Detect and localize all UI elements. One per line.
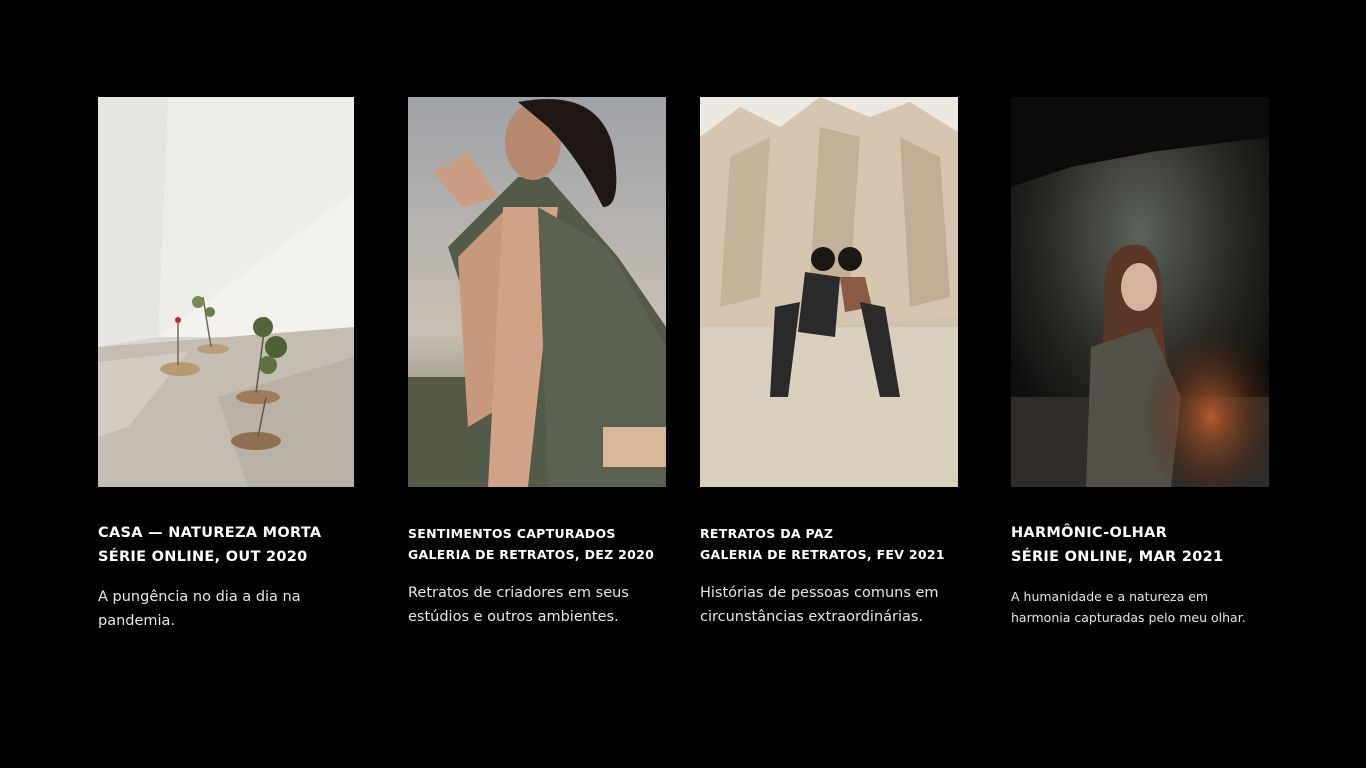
card-title-line-1: HARMÔNIC-OLHAR — [1011, 525, 1168, 541]
card-title-line-2: GALERIA DE RETRATOS, DEZ 2020 — [408, 547, 655, 562]
card-title: HARMÔNIC-OLHAR SÉRIE ONLINE, MAR 2021 — [1011, 521, 1269, 569]
card-description: Retratos de criadores em seus estúdios e… — [408, 585, 629, 625]
gallery-card-2[interactable]: SENTIMENTOS CAPTURADOS GALERIA DE RETRAT… — [408, 97, 666, 629]
card-description: A pungência no dia a dia na pandemia. — [98, 589, 301, 629]
card-title-line-1: CASA — NATUREZA MORTA — [98, 525, 322, 541]
desert-dancers-photo[interactable] — [700, 97, 958, 487]
portrait-man-jacket-photo[interactable] — [408, 97, 666, 487]
card-title-line-1: SENTIMENTOS CAPTURADOS — [408, 526, 616, 541]
card-title-line-2: SÉRIE ONLINE, MAR 2021 — [1011, 549, 1224, 565]
card-title: CASA — NATUREZA MORTA SÉRIE ONLINE, OUT … — [98, 521, 354, 569]
card-title-line-1: RETRATOS DA PAZ — [700, 526, 834, 541]
gallery-card-4[interactable]: HARMÔNIC-OLHAR SÉRIE ONLINE, MAR 2021 A … — [1011, 97, 1269, 628]
still-life-photo[interactable] — [98, 97, 354, 487]
gallery-card-3[interactable]: RETRATOS DA PAZ GALERIA DE RETRATOS, FEV… — [700, 97, 958, 629]
woman-in-cave-photo[interactable] — [1011, 97, 1269, 487]
card-title-line-2: SÉRIE ONLINE, OUT 2020 — [98, 549, 308, 565]
card-description: Histórias de pessoas comuns em circunstâ… — [700, 585, 939, 625]
card-title: SENTIMENTOS CAPTURADOS GALERIA DE RETRAT… — [408, 523, 666, 565]
gallery-card-1[interactable]: CASA — NATUREZA MORTA SÉRIE ONLINE, OUT … — [98, 97, 354, 633]
card-title: RETRATOS DA PAZ GALERIA DE RETRATOS, FEV… — [700, 523, 958, 565]
card-title-line-2: GALERIA DE RETRATOS, FEV 2021 — [700, 547, 945, 562]
card-description: A humanidade e a natureza em harmonia ca… — [1011, 589, 1246, 625]
